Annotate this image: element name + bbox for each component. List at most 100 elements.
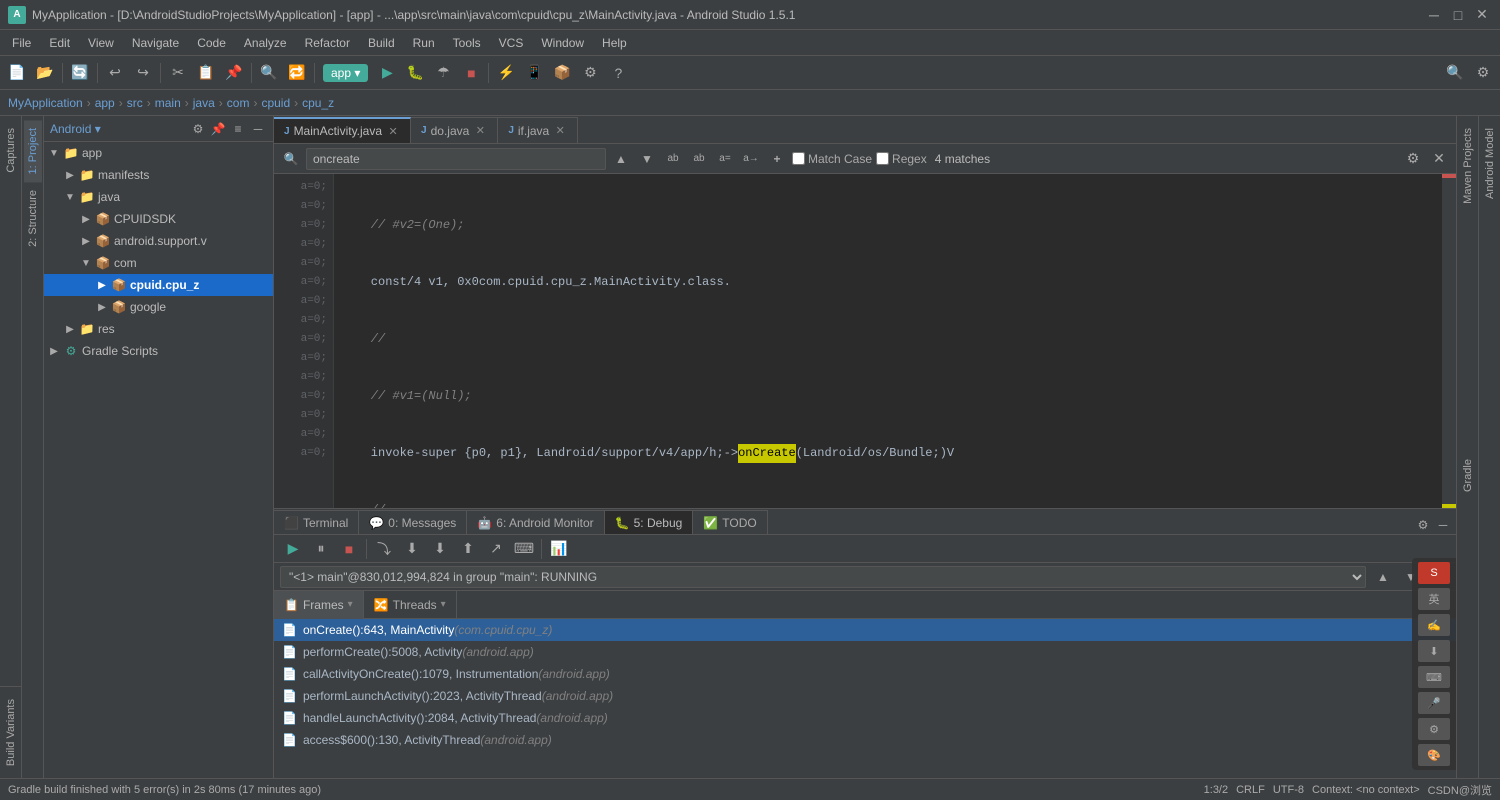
panel-pin-btn[interactable]: 📌 <box>209 120 227 138</box>
breadcrumb-cpu_z[interactable]: cpu_z <box>302 96 334 110</box>
close-button[interactable]: ✕ <box>1472 5 1492 25</box>
undo-btn[interactable]: ↩ <box>102 60 128 86</box>
bottom-settings-btn[interactable]: ⚙ <box>1414 516 1432 534</box>
step-into-btn[interactable]: ⬇ <box>399 536 425 562</box>
copy-btn[interactable]: 📋 <box>193 60 219 86</box>
avd-btn[interactable]: 📱 <box>521 60 547 86</box>
stack-frame-5[interactable]: 📄 access$600():130, ActivityThread (andr… <box>274 729 1456 751</box>
cut-btn[interactable]: ✂ <box>165 60 191 86</box>
tree-item-gradle-scripts[interactable]: ▶ ⚙ Gradle Scripts <box>44 340 273 362</box>
menu-vcs[interactable]: VCS <box>491 34 532 52</box>
force-step-btn[interactable]: ⬇ <box>427 536 453 562</box>
tab-android-monitor[interactable]: 🤖 6: Android Monitor <box>467 510 604 534</box>
project-tab[interactable]: 1: Project <box>24 120 42 182</box>
tree-item-manifests[interactable]: ▶ 📁 manifests <box>44 164 273 186</box>
match-case-checkbox[interactable] <box>792 152 805 165</box>
structure-tab[interactable]: 2: Structure <box>24 182 42 255</box>
threads-tab[interactable]: 🔀 Threads ▾ <box>364 591 457 619</box>
code-content[interactable]: // #v2=(One); const/4 v1, 0x0com.cpuid.c… <box>334 174 1442 508</box>
android-view-dropdown[interactable]: Android ▾ <box>50 122 101 136</box>
find-settings-btn[interactable]: ⚙ <box>1402 148 1424 170</box>
resume-btn[interactable]: ▶ <box>280 536 306 562</box>
breadcrumb-src[interactable]: src <box>127 96 143 110</box>
debug-btn[interactable]: 🐛 <box>402 60 428 86</box>
tab-messages[interactable]: 💬 0: Messages <box>359 510 467 534</box>
breadcrumb-main[interactable]: main <box>155 96 181 110</box>
breadcrumb-java[interactable]: java <box>193 96 215 110</box>
find-search-icon[interactable]: 🔍 <box>280 148 302 170</box>
panel-settings-btn[interactable]: ⚙ <box>189 120 207 138</box>
tab-do[interactable]: J do.java ✕ <box>411 117 498 143</box>
step-over-btn[interactable]: ⤵ <box>371 536 397 562</box>
panel-minimize-btn[interactable]: ─ <box>249 120 267 138</box>
bottom-pin-btn[interactable]: ─ <box>1434 516 1452 534</box>
stack-frame-4[interactable]: 📄 handleLaunchActivity():2084, ActivityT… <box>274 707 1456 729</box>
android-model-tab[interactable]: Android Model <box>1481 120 1499 207</box>
menu-code[interactable]: Code <box>189 34 234 52</box>
settings-btn[interactable]: ⚙ <box>577 60 603 86</box>
captures-tab[interactable]: Captures <box>2 120 20 181</box>
redo-btn[interactable]: ↪ <box>130 60 156 86</box>
ime-paint-btn[interactable]: 🎨 <box>1418 744 1450 766</box>
tree-item-cpuidsdk[interactable]: ▶ 📦 CPUIDSDK <box>44 208 273 230</box>
menu-window[interactable]: Window <box>533 34 592 52</box>
menu-run[interactable]: Run <box>405 34 443 52</box>
gradle-sync-btn[interactable]: ⚡ <box>493 60 519 86</box>
thread-up-btn[interactable]: ▲ <box>1372 566 1394 588</box>
help-toolbar-btn[interactable]: ? <box>605 60 631 86</box>
find-close-btn[interactable]: ✕ <box>1428 148 1450 170</box>
tab-terminal[interactable]: ⬛ Terminal <box>274 510 359 534</box>
ime-mic-btn[interactable]: 🎤 <box>1418 692 1450 714</box>
stack-frame-2[interactable]: 📄 callActivityOnCreate():1079, Instrumen… <box>274 663 1456 685</box>
evaluate-btn[interactable]: ⌨ <box>511 536 537 562</box>
find-add-btn[interactable]: + <box>766 148 788 170</box>
menu-file[interactable]: File <box>4 34 39 52</box>
find-btn[interactable]: 🔍 <box>256 60 282 86</box>
tab-close-mainactivity[interactable]: ✕ <box>386 124 400 138</box>
tab-close-do[interactable]: ✕ <box>473 124 487 138</box>
open-btn[interactable]: 📂 <box>32 60 58 86</box>
stack-frame-1[interactable]: 📄 performCreate():5008, Activity (androi… <box>274 641 1456 663</box>
regex-label[interactable]: Regex <box>876 152 927 166</box>
run-cursor-btn[interactable]: ↗ <box>483 536 509 562</box>
stop-btn[interactable]: ■ <box>458 60 484 86</box>
maximize-button[interactable]: □ <box>1448 5 1468 25</box>
menu-view[interactable]: View <box>80 34 122 52</box>
find-word4-btn[interactable]: a→ <box>740 148 762 170</box>
maven-tab[interactable]: Maven Projects <box>1459 120 1477 212</box>
find-input[interactable] <box>306 148 606 170</box>
find-next-btn[interactable]: ▼ <box>636 148 658 170</box>
tree-item-res[interactable]: ▶ 📁 res <box>44 318 273 340</box>
menu-help[interactable]: Help <box>594 34 635 52</box>
ime-s-btn[interactable]: S <box>1418 562 1450 584</box>
breadcrumb-myapplication[interactable]: MyApplication <box>8 96 83 110</box>
tab-todo[interactable]: ✅ TODO <box>693 510 767 534</box>
thread-selector[interactable]: "<1> main"@830,012,994,824 in group "mai… <box>280 566 1366 588</box>
minimize-button[interactable]: ─ <box>1424 5 1444 25</box>
ime-pen-btn[interactable]: ✍ <box>1418 614 1450 636</box>
breadcrumb-cpuid[interactable]: cpuid <box>261 96 290 110</box>
menu-tools[interactable]: Tools <box>445 34 489 52</box>
tree-item-app[interactable]: ▼ 📁 app <box>44 142 273 164</box>
tree-item-cpuid-cpu-z[interactable]: ▶ 📦 cpuid.cpu_z <box>44 274 273 296</box>
gradle-tab[interactable]: Gradle <box>1459 451 1477 500</box>
tree-item-google[interactable]: ▶ 📦 google <box>44 296 273 318</box>
ime-settings-btn[interactable]: ⚙ <box>1418 718 1450 740</box>
tab-close-if[interactable]: ✕ <box>553 124 567 138</box>
stop-debug-btn[interactable]: ■ <box>336 536 362 562</box>
match-case-label[interactable]: Match Case <box>792 152 872 166</box>
sync-btn[interactable]: 🔄 <box>67 60 93 86</box>
breadcrumb-com[interactable]: com <box>227 96 250 110</box>
frames-btn[interactable]: 📊 <box>546 536 572 562</box>
find-word3-btn[interactable]: a= <box>714 148 736 170</box>
tree-item-com[interactable]: ▼ 📦 com <box>44 252 273 274</box>
menu-navigate[interactable]: Navigate <box>124 34 187 52</box>
find-prev-btn[interactable]: ▲ <box>610 148 632 170</box>
menu-build[interactable]: Build <box>360 34 403 52</box>
frames-tab[interactable]: 📋 Frames ▾ <box>274 591 364 619</box>
ime-kb-btn[interactable]: ⌨ <box>1418 666 1450 688</box>
tree-item-java[interactable]: ▼ 📁 java <box>44 186 273 208</box>
breadcrumb-app[interactable]: app <box>95 96 115 110</box>
pause-btn[interactable]: ⏸ <box>308 536 334 562</box>
stack-frame-0[interactable]: 📄 onCreate():643, MainActivity (com.cpui… <box>274 619 1456 641</box>
